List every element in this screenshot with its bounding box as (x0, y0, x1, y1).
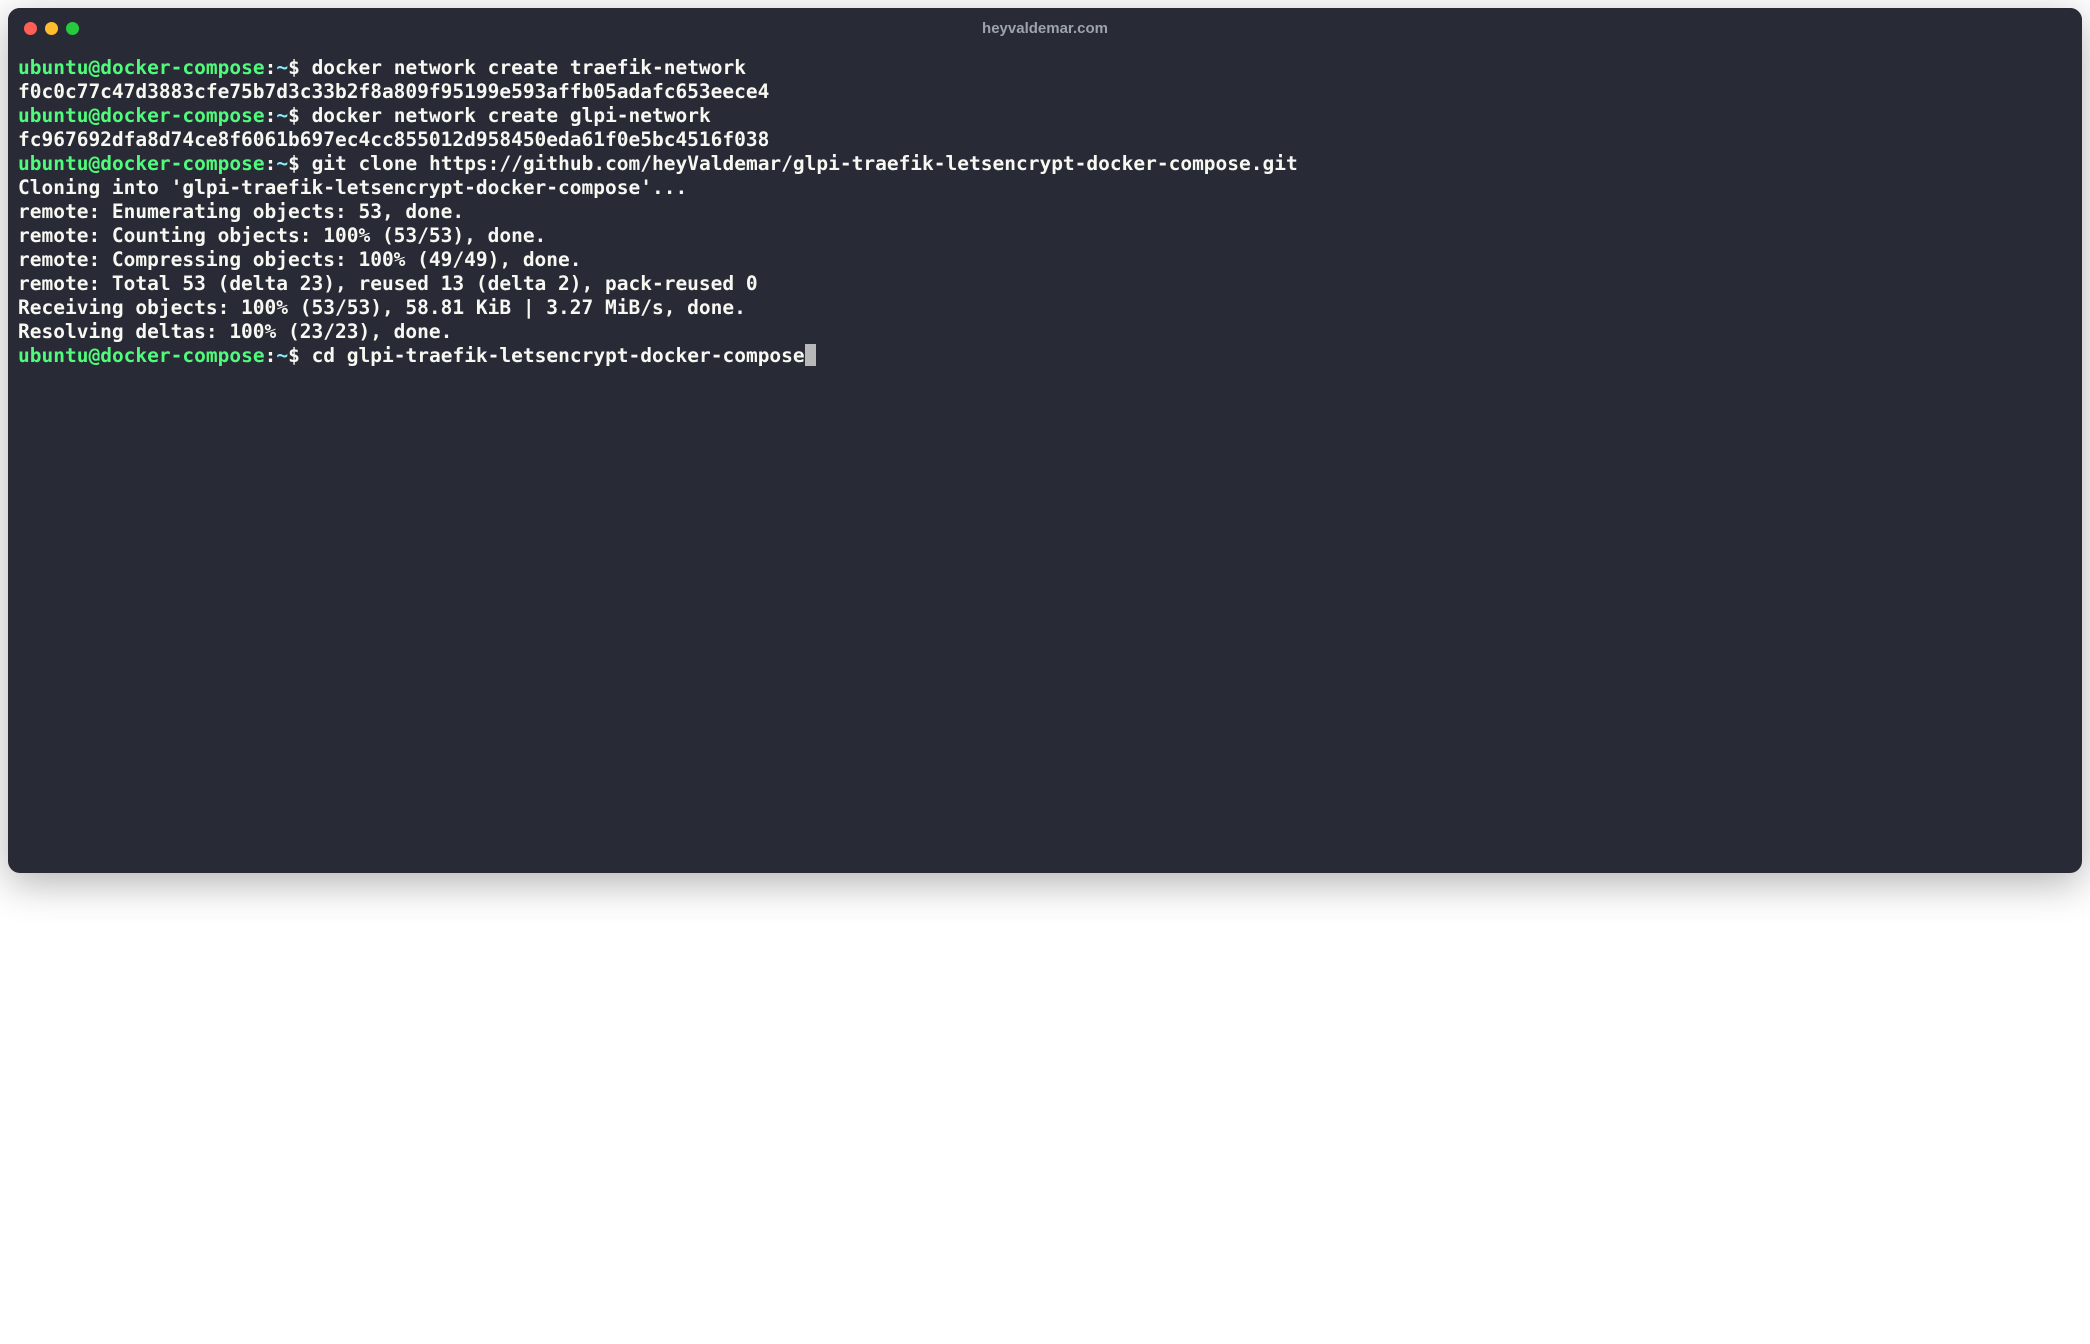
prompt-colon: : (265, 152, 277, 175)
prompt-dollar: $ (288, 152, 300, 175)
prompt-host: docker-compose (100, 104, 264, 127)
terminal-line: ubuntu@docker-compose:~$ docker network … (18, 104, 2072, 128)
prompt-user: ubuntu (18, 56, 88, 79)
minimize-button[interactable] (45, 22, 58, 35)
output-text: remote: Total 53 (delta 23), reused 13 (… (18, 272, 758, 295)
prompt-at: @ (88, 56, 100, 79)
traffic-lights (24, 22, 79, 35)
maximize-button[interactable] (66, 22, 79, 35)
prompt-user: ubuntu (18, 344, 88, 367)
prompt-colon: : (265, 104, 277, 127)
window-title: heyvaldemar.com (24, 20, 2066, 37)
prompt-dollar: $ (288, 344, 300, 367)
terminal-window: heyvaldemar.com ubuntu@docker-compose:~$… (8, 8, 2082, 873)
prompt-user: ubuntu (18, 104, 88, 127)
output-text: remote: Compressing objects: 100% (49/49… (18, 248, 582, 271)
prompt-at: @ (88, 152, 100, 175)
prompt-at: @ (88, 344, 100, 367)
terminal-line: remote: Enumerating objects: 53, done. (18, 200, 2072, 224)
prompt-path: ~ (276, 152, 288, 175)
terminal-line: Resolving deltas: 100% (23/23), done. (18, 320, 2072, 344)
terminal-line: fc967692dfa8d74ce8f6061b697ec4cc855012d9… (18, 128, 2072, 152)
terminal-line: ubuntu@docker-compose:~$ docker network … (18, 56, 2072, 80)
command-text: git clone https://github.com/heyValdemar… (300, 152, 1298, 175)
terminal-line: Receiving objects: 100% (53/53), 58.81 K… (18, 296, 2072, 320)
prompt-colon: : (265, 344, 277, 367)
terminal-line: remote: Compressing objects: 100% (49/49… (18, 248, 2072, 272)
prompt-host: docker-compose (100, 344, 264, 367)
terminal-line: remote: Counting objects: 100% (53/53), … (18, 224, 2072, 248)
output-text: remote: Counting objects: 100% (53/53), … (18, 224, 546, 247)
terminal-line: f0c0c77c47d3883cfe75b7d3c33b2f8a809f9519… (18, 80, 2072, 104)
prompt-user: ubuntu (18, 152, 88, 175)
terminal-line: Cloning into 'glpi-traefik-letsencrypt-d… (18, 176, 2072, 200)
output-text: f0c0c77c47d3883cfe75b7d3c33b2f8a809f9519… (18, 80, 769, 103)
terminal-content[interactable]: ubuntu@docker-compose:~$ docker network … (8, 48, 2082, 873)
titlebar: heyvaldemar.com (8, 8, 2082, 48)
terminal-line: remote: Total 53 (delta 23), reused 13 (… (18, 272, 2072, 296)
prompt-host: docker-compose (100, 56, 264, 79)
cursor (805, 344, 816, 366)
prompt-path: ~ (276, 56, 288, 79)
output-text: remote: Enumerating objects: 53, done. (18, 200, 464, 223)
prompt-at: @ (88, 104, 100, 127)
prompt-dollar: $ (288, 56, 300, 79)
command-text: docker network create glpi-network (300, 104, 711, 127)
terminal-line: ubuntu@docker-compose:~$ git clone https… (18, 152, 2072, 176)
output-text: Cloning into 'glpi-traefik-letsencrypt-d… (18, 176, 687, 199)
prompt-dollar: $ (288, 104, 300, 127)
output-text: fc967692dfa8d74ce8f6061b697ec4cc855012d9… (18, 128, 769, 151)
prompt-path: ~ (276, 104, 288, 127)
prompt-colon: : (265, 56, 277, 79)
output-text: Receiving objects: 100% (53/53), 58.81 K… (18, 296, 746, 319)
command-text: cd glpi-traefik-letsencrypt-docker-compo… (300, 344, 805, 367)
close-button[interactable] (24, 22, 37, 35)
output-text: Resolving deltas: 100% (23/23), done. (18, 320, 452, 343)
prompt-path: ~ (276, 344, 288, 367)
command-text: docker network create traefik-network (300, 56, 746, 79)
prompt-host: docker-compose (100, 152, 264, 175)
terminal-line: ubuntu@docker-compose:~$ cd glpi-traefik… (18, 344, 2072, 368)
